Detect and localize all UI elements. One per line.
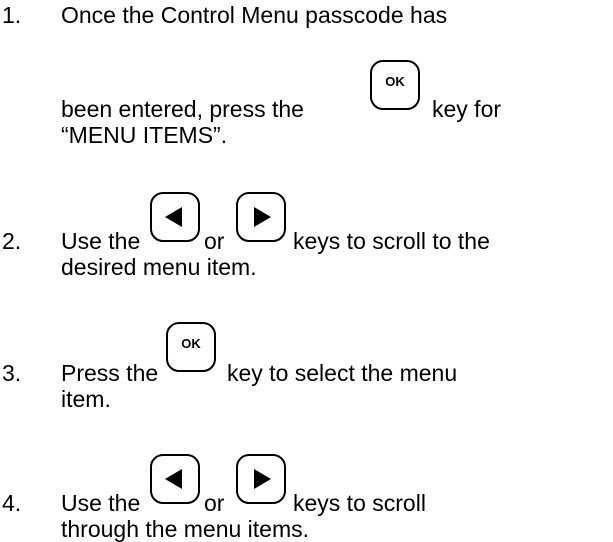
- step-number: 1.: [2, 2, 22, 28]
- step-text: Press the: [61, 360, 159, 386]
- step-text: through the menu items.: [61, 516, 310, 542]
- step-text: desired menu item.: [61, 254, 257, 280]
- step-number: 3.: [2, 360, 22, 386]
- left-arrow-key-icon: [150, 192, 200, 242]
- step-number: 4.: [2, 490, 22, 516]
- step-text: keys to scroll: [293, 490, 426, 516]
- right-arrow-key-icon: [236, 454, 286, 504]
- step-text: Use the: [61, 490, 141, 516]
- step-number: 2.: [2, 228, 22, 254]
- ok-key-icon: OK: [166, 322, 216, 372]
- left-arrow-key-icon: [150, 454, 200, 504]
- step-text: key to select the menu: [227, 360, 458, 386]
- step-text: item.: [61, 386, 111, 412]
- step-text: “MENU ITEMS”.: [61, 122, 228, 148]
- ok-key-icon: OK: [370, 60, 420, 110]
- right-arrow-key-icon: [236, 192, 286, 242]
- step-text: Once the Control Menu passcode has: [61, 2, 448, 28]
- step-text: been entered, press the: [61, 96, 304, 122]
- step-text: Use the: [61, 228, 141, 254]
- step-text: keys to scroll to the: [293, 228, 490, 254]
- step-text: or: [204, 490, 225, 516]
- step-text: key for: [432, 96, 502, 122]
- step-text: or: [204, 228, 225, 254]
